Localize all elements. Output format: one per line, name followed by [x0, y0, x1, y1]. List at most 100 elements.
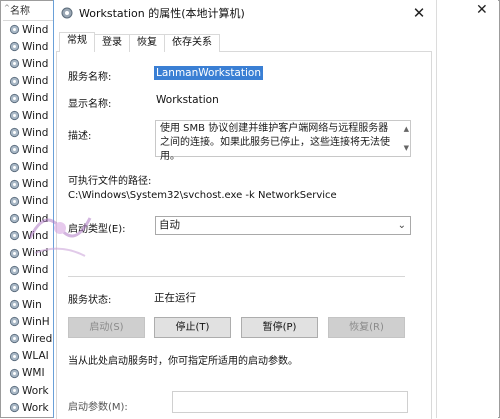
service-gear-icon — [9, 144, 20, 155]
service-row-label: Wind — [22, 143, 49, 156]
service-gear-icon — [9, 230, 20, 241]
service-row[interactable]: Wired — [3, 330, 53, 347]
service-gear-icon — [9, 402, 20, 413]
service-gear-icon — [9, 110, 20, 121]
service-row-label: Work — [22, 401, 49, 414]
service-gear-icon — [9, 213, 20, 224]
tab-dependencies[interactable]: 依存关系 — [164, 34, 220, 52]
service-gear-icon — [9, 333, 20, 344]
resume-button[interactable]: 恢复(R) — [328, 317, 405, 338]
window-edge — [436, 0, 437, 418]
service-gear-icon — [9, 351, 20, 362]
service-row-label: Wind — [22, 40, 49, 53]
start-params-input[interactable] — [172, 391, 408, 413]
service-status-value: 正在运行 — [154, 292, 196, 304]
service-row-label: Wind — [22, 126, 49, 139]
service-gear-icon — [9, 127, 20, 138]
tab-general[interactable]: 常规 — [59, 32, 95, 52]
dialog-title: Workstation 的属性(本地计算机) — [79, 7, 245, 20]
close-icon[interactable]: ✕ — [410, 4, 428, 22]
description-text: 使用 SMB 协议创建并维护客户端网络与远程服务器之间的连接。如果此服务已停止，… — [160, 123, 390, 162]
tab-recovery[interactable]: 恢复 — [129, 34, 165, 52]
service-gear-icon — [9, 385, 20, 396]
service-row[interactable]: Wind — [3, 21, 53, 38]
tab-bar: 常规 登录 恢复 依存关系 — [59, 32, 220, 52]
chevron-down-icon: ⌄ — [397, 220, 406, 231]
executable-path-value[interactable]: C:\Windows\System32\svchost.exe -k Netwo… — [68, 190, 337, 201]
service-gear-icon — [9, 248, 20, 259]
sort-up-icon: ^ — [4, 4, 10, 12]
service-row[interactable]: Wind — [3, 107, 53, 124]
service-gear-icon — [9, 368, 20, 379]
service-row-label: Wind — [22, 161, 49, 174]
service-row-label: Win — [22, 298, 42, 311]
stop-button[interactable]: 停止(T) — [154, 317, 231, 338]
properties-dialog: Workstation 的属性(本地计算机) ✕ 常规 登录 恢复 依存关系 服… — [53, 0, 435, 419]
tab-logon[interactable]: 登录 — [94, 34, 130, 52]
service-row-label: Wind — [22, 75, 49, 88]
service-row[interactable]: Wind — [3, 55, 53, 72]
service-gear-icon — [9, 93, 20, 104]
service-gear-icon — [9, 41, 20, 52]
service-row[interactable]: WMI — [3, 365, 53, 382]
service-row-label: WMI — [22, 367, 45, 380]
dialog-titlebar[interactable]: Workstation 的属性(本地计算机) ✕ — [54, 0, 434, 26]
start-params-hint: 当从此处启动服务时，你可指定所适用的启动参数。 — [68, 356, 298, 367]
service-row-label: Wind — [22, 57, 49, 70]
service-gear-icon — [9, 282, 20, 293]
divider — [68, 276, 405, 277]
start-button[interactable]: 启动(S) — [68, 317, 145, 338]
display-name-label: 显示名称: — [68, 99, 112, 110]
startup-type-select[interactable]: 自动 ⌄ — [155, 216, 411, 235]
service-row[interactable]: Wind — [3, 90, 53, 107]
service-row[interactable]: Work — [3, 399, 53, 415]
service-row[interactable]: Wind — [3, 38, 53, 55]
service-name-value[interactable]: LanmanWorkstation — [154, 66, 263, 80]
service-row[interactable]: Wind — [3, 73, 53, 90]
service-gear-icon — [9, 196, 20, 207]
description-label: 描述: — [68, 131, 92, 142]
pause-button[interactable]: 暂停(P) — [241, 317, 318, 338]
service-row-label: Wind — [22, 281, 49, 294]
service-row[interactable]: Wind — [3, 279, 53, 296]
service-row[interactable]: WinH — [3, 313, 53, 330]
service-row-label: Wind — [22, 92, 49, 105]
service-gear-icon — [9, 299, 20, 310]
service-gear-icon — [61, 7, 73, 19]
service-gear-icon — [9, 58, 20, 69]
service-gear-icon — [9, 24, 20, 35]
service-name-label: 服务名称: — [68, 72, 112, 83]
scroll-down-icon[interactable]: ▼ — [404, 141, 409, 155]
service-row[interactable]: Work — [3, 382, 53, 399]
column-header-name: 名称 — [10, 6, 30, 17]
description-box[interactable]: 使用 SMB 协议创建并维护客户端网络与远程服务器之间的连接。如果此服务已停止，… — [155, 120, 411, 162]
background-close-icon[interactable]: ✕ — [476, 2, 488, 18]
service-gear-icon — [9, 162, 20, 173]
service-gear-icon — [9, 265, 20, 276]
executable-path-label: 可执行文件的路径: — [68, 176, 152, 187]
scroll-up-icon[interactable]: ▲ — [404, 122, 409, 136]
service-row[interactable]: Wind — [3, 124, 53, 141]
service-gear-icon — [9, 179, 20, 190]
service-row-label: WinH — [22, 315, 50, 328]
service-row-label: Wind — [22, 109, 49, 122]
service-status-label: 服务状态: — [68, 295, 112, 306]
service-gear-icon — [9, 316, 20, 327]
display-name-value[interactable]: Workstation — [156, 94, 219, 106]
service-row[interactable]: WLAI — [3, 348, 53, 365]
services-list-header[interactable]: ^ 名称 — [3, 3, 53, 21]
service-row[interactable]: Wind — [3, 159, 53, 176]
startup-type-value: 自动 — [159, 219, 180, 231]
service-row-label: Wind — [22, 23, 49, 36]
watermark-logo — [28, 217, 92, 257]
service-row-label: Work — [22, 384, 49, 397]
service-row-label: Wind — [22, 178, 49, 191]
service-gear-icon — [9, 76, 20, 87]
service-row[interactable]: Wind — [3, 176, 53, 193]
service-row[interactable]: Wind — [3, 141, 53, 158]
service-row[interactable]: Win — [3, 296, 53, 313]
background-window-right — [434, 0, 498, 418]
start-params-label: 启动参数(M): — [68, 402, 128, 413]
service-row-label: Wired — [22, 332, 53, 345]
service-row-label: WLAI — [22, 350, 49, 363]
